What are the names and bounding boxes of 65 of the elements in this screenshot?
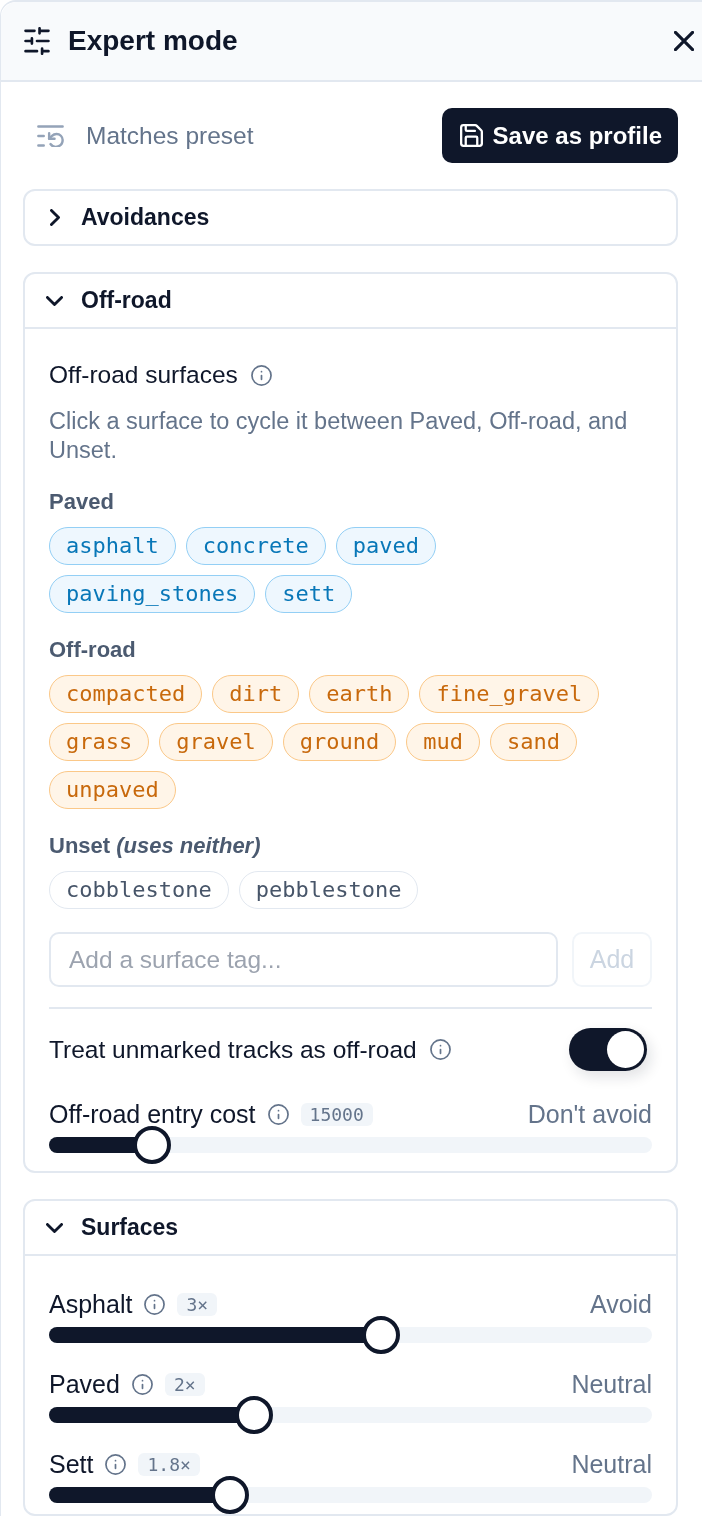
value-badge: 2× [164,1372,205,1396]
slider[interactable] [49,1126,652,1164]
slider-label: Paved [49,1372,120,1396]
sliders-icon [24,27,50,55]
preset-status-text: Matches preset [86,121,254,150]
surface-chip[interactable]: ground [282,723,397,761]
slider-thumb[interactable] [235,1396,273,1434]
info-icon [105,1453,127,1475]
slider-label: Sett [49,1452,94,1476]
slider[interactable] [49,1476,652,1514]
info-icon [267,1103,289,1125]
surface-chip[interactable]: mud [406,723,480,761]
surface-chip[interactable]: gravel [159,723,273,761]
surface-chip[interactable]: cobblestone [49,871,229,909]
surface-tag-input[interactable]: Add a surface tag... [49,932,558,987]
surface-chip[interactable]: sett [265,575,353,613]
surface-chip[interactable]: concrete [185,527,326,565]
save-profile-button[interactable]: Save as profile [441,108,678,163]
slider-thumb[interactable] [132,1126,171,1164]
surface-chip[interactable]: paved [335,527,436,565]
surface-group-label: Unset (uses neither) [49,833,262,859]
slider-reading: Neutral [571,1372,652,1396]
surface-group-label: Off-road [49,637,137,663]
value-badge: 3× [177,1292,218,1316]
surface-chip[interactable]: compacted [49,675,203,713]
slider-thumb[interactable] [361,1316,400,1354]
info-icon [144,1293,166,1315]
section-header[interactable]: Off-road [25,274,676,329]
chevron-down-icon [46,1222,63,1233]
slider-reading: Don't avoid [527,1102,652,1126]
toggle-label: Treat unmarked tracks as off-road [49,1035,417,1064]
surface-chip[interactable]: asphalt [49,527,176,565]
info-icon [250,364,272,386]
value-badge: 1.8× [138,1452,200,1476]
info-icon [429,1039,451,1060]
info-icon [131,1373,153,1395]
chevron-right-icon [49,209,60,226]
save-icon [459,124,483,147]
subsection-title: Off-road surfaces [49,361,238,389]
value-badge: 15000 [300,1102,373,1126]
surface-chip[interactable]: paving_stones [49,575,256,613]
surface-chip[interactable]: fine_gravel [419,675,600,713]
slider-label: Off-road entry cost [49,1102,256,1126]
surface-chip[interactable]: unpaved [49,771,176,809]
section-header[interactable]: Avoidances [25,191,676,244]
surface-group-label: Paved [49,489,115,515]
close-icon [674,31,694,51]
surface-chip[interactable]: sand [489,723,577,761]
slider-label: Asphalt [49,1292,133,1316]
chevron-down-icon [46,295,63,306]
list-restart-icon [37,124,64,147]
slider[interactable] [49,1316,652,1354]
surface-chip[interactable]: dirt [212,675,300,713]
panel-title: Expert mode [68,24,238,58]
slider-reading: Avoid [589,1292,652,1316]
slider-thumb[interactable] [210,1476,249,1514]
slider-reading: Neutral [571,1452,652,1476]
surface-chip[interactable]: grass [49,723,150,761]
description-text: Click a surface to cycle it between Paved, Off-road, and Unset. [49,407,629,465]
slider[interactable] [49,1396,652,1434]
close-button[interactable] [672,29,696,53]
surface-chip[interactable]: earth [309,675,410,713]
section-header[interactable]: Surfaces [25,1201,676,1256]
surface-chip[interactable]: pebblestone [238,871,419,909]
toggle-switch[interactable] [569,1028,647,1071]
